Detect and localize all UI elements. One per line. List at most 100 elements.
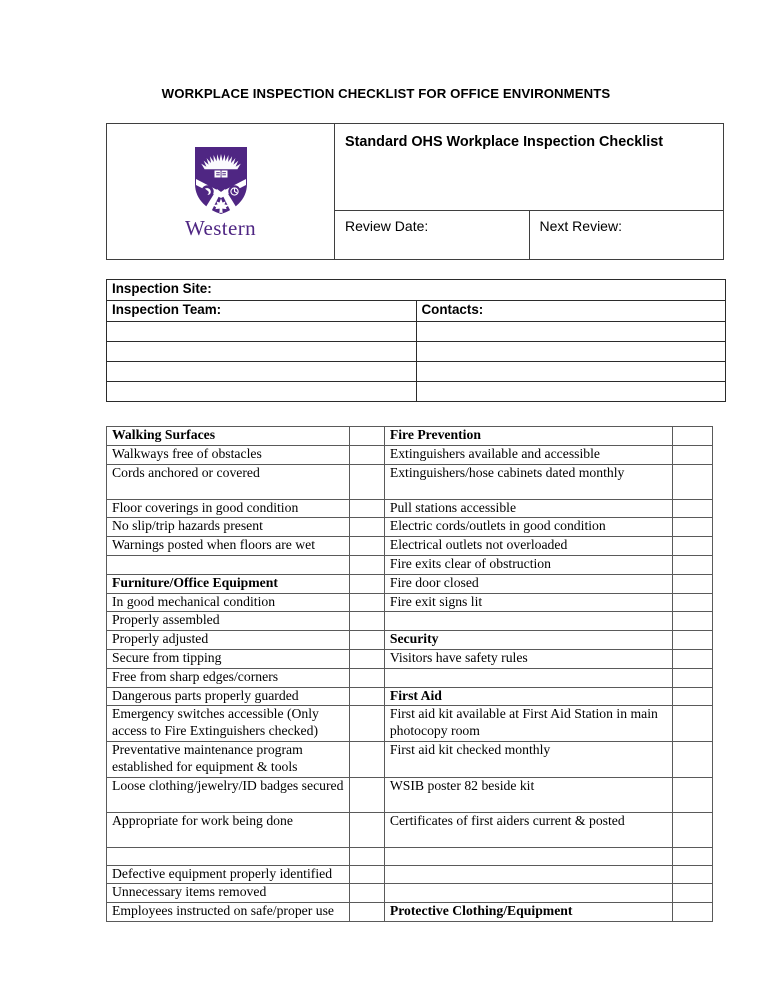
checklist-section-header: Walking Surfaces bbox=[105, 426, 351, 446]
checklist-row: Walkways free of obstacles Extinguishers … bbox=[105, 444, 713, 465]
western-wordmark: Western bbox=[184, 216, 257, 240]
checklist-checkbox-cell[interactable] bbox=[672, 611, 713, 632]
checklist-row: Preventative maintenance program establi… bbox=[105, 740, 713, 778]
checklist-section-header: Security bbox=[383, 630, 674, 650]
header-row-title: Western Standard OHS Workplace Inspectio… bbox=[106, 123, 724, 260]
checklist-checkbox-cell[interactable] bbox=[672, 648, 713, 669]
checklist-checkbox-cell[interactable] bbox=[349, 444, 385, 465]
checklist-item-label: No slip/trip hazards present bbox=[105, 517, 351, 538]
checklist-checkbox-cell[interactable] bbox=[349, 463, 385, 500]
team-name-input[interactable] bbox=[106, 381, 417, 402]
checklist-checkbox-cell[interactable] bbox=[672, 517, 713, 538]
checklist-checkbox-cell[interactable] bbox=[672, 864, 713, 885]
team-row bbox=[106, 321, 726, 342]
checklist-checkbox-cell[interactable] bbox=[349, 648, 385, 669]
checklist-checkbox-cell[interactable] bbox=[672, 554, 713, 575]
checklist-item-label: Employees instructed on safe/proper use bbox=[105, 902, 351, 922]
checklist-checkbox-cell[interactable] bbox=[672, 592, 713, 613]
checklist-checkbox-cell[interactable] bbox=[672, 740, 713, 778]
checklist-checkbox-cell[interactable] bbox=[672, 705, 713, 742]
checklist-checkbox-cell[interactable] bbox=[349, 426, 385, 446]
checklist-checkbox-cell[interactable] bbox=[349, 554, 385, 575]
team-row bbox=[106, 381, 726, 402]
checklist-checkbox-cell[interactable] bbox=[672, 667, 713, 688]
team-name-input[interactable] bbox=[106, 361, 417, 382]
inspection-info-table: Inspection Site: Inspection Team: Contac… bbox=[106, 279, 726, 402]
checklist-checkbox-cell[interactable] bbox=[672, 426, 713, 446]
checklist-row: Cords anchored or covered Extinguishers/h… bbox=[105, 463, 713, 500]
checklist-item-label: Electrical outlets not overloaded bbox=[383, 536, 674, 556]
checklist-checkbox-cell[interactable] bbox=[672, 444, 713, 465]
contact-input[interactable] bbox=[415, 321, 726, 342]
next-review-field[interactable]: Next Review: bbox=[528, 210, 724, 260]
checklist-title-cell: Standard OHS Workplace Inspection Checkl… bbox=[334, 123, 724, 211]
checklist-checkbox-cell[interactable] bbox=[672, 536, 713, 556]
checklist-checkbox-cell[interactable] bbox=[349, 592, 385, 613]
contact-input[interactable] bbox=[415, 381, 726, 402]
checklist-checkbox-cell[interactable] bbox=[672, 902, 713, 922]
western-logo: Western bbox=[107, 144, 334, 239]
checklist-item-label: Emergency switches accessible (Only acce… bbox=[105, 705, 351, 742]
inspection-site-label: Inspection Site: bbox=[112, 281, 212, 296]
checklist-checkbox-cell[interactable] bbox=[672, 686, 713, 707]
checklist-checkbox-cell[interactable] bbox=[349, 630, 385, 650]
checklist-checkbox-cell[interactable] bbox=[349, 902, 385, 922]
inspection-site-row: Inspection Site: bbox=[106, 279, 726, 301]
checklist-checkbox-cell[interactable] bbox=[349, 498, 385, 519]
checklist-item-label: Cords anchored or covered bbox=[105, 463, 351, 500]
checklist-checkbox-cell[interactable] bbox=[349, 776, 385, 813]
checklist-checkbox-cell[interactable] bbox=[349, 705, 385, 742]
checklist-row: Employees instructed on safe/proper use P… bbox=[105, 902, 713, 922]
inspection-site-field[interactable]: Inspection Site: bbox=[106, 279, 726, 301]
checklist-item-label: Properly adjusted bbox=[105, 630, 351, 650]
checklist-checkbox-cell[interactable] bbox=[349, 611, 385, 632]
checklist-checkbox-cell[interactable] bbox=[349, 536, 385, 556]
checklist-row: Properly assembled bbox=[105, 611, 713, 632]
checklist-checkbox-cell[interactable] bbox=[672, 573, 713, 594]
checklist-checkbox-cell[interactable] bbox=[349, 667, 385, 688]
checklist-item-label bbox=[105, 846, 351, 866]
checklist-row: Defective equipment properly identified bbox=[105, 864, 713, 885]
checklist-row: Furniture/Office Equipment Fire door clos… bbox=[105, 573, 713, 594]
checklist-item-label bbox=[105, 554, 351, 575]
checklist-row: Dangerous parts properly guarded First Ai… bbox=[105, 686, 713, 707]
checklist-row: Properly adjusted Security bbox=[105, 630, 713, 650]
checklist-checkbox-cell[interactable] bbox=[349, 883, 385, 904]
team-name-input[interactable] bbox=[106, 321, 417, 342]
team-name-input[interactable] bbox=[106, 341, 417, 362]
checklist-checkbox-cell[interactable] bbox=[672, 498, 713, 519]
checklist-item-label bbox=[383, 611, 674, 632]
review-date-field[interactable]: Review Date: bbox=[334, 210, 530, 260]
document-page: WORKPLACE INSPECTION CHECKLIST FOR OFFIC… bbox=[0, 0, 768, 994]
checklist-item-label: Fire exit signs lit bbox=[383, 592, 674, 613]
checklist-item-label: Pull stations accessible bbox=[383, 498, 674, 519]
checklist-checkbox-cell[interactable] bbox=[672, 776, 713, 813]
checklist-checkbox-cell[interactable] bbox=[672, 811, 713, 848]
checklist-checkbox-cell[interactable] bbox=[349, 686, 385, 707]
checklist-checkbox-cell[interactable] bbox=[672, 883, 713, 904]
checklist-row: Free from sharp edges/corners bbox=[105, 667, 713, 688]
checklist-checkbox-cell[interactable] bbox=[672, 846, 713, 866]
contact-input[interactable] bbox=[415, 361, 726, 382]
checklist-item-label: Fire door closed bbox=[383, 573, 674, 594]
checklist-item-label: First aid kit checked monthly bbox=[383, 740, 674, 778]
checklist-item-label: In good mechanical condition bbox=[105, 592, 351, 613]
checklist-checkbox-cell[interactable] bbox=[349, 811, 385, 848]
checklist-item-label: Visitors have safety rules bbox=[383, 648, 674, 669]
checklist-item-label: Fire exits clear of obstruction bbox=[383, 554, 674, 575]
checklist-row: Loose clothing/jewelry/ID badges secured… bbox=[105, 776, 713, 813]
checklist-checkbox-cell[interactable] bbox=[349, 740, 385, 778]
checklist-row: Emergency switches accessible (Only acce… bbox=[105, 705, 713, 742]
contacts-label: Contacts: bbox=[415, 300, 726, 322]
checklist-row: Warnings posted when floors are wet Elect… bbox=[105, 536, 713, 556]
checklist-item-label: Preventative maintenance program establi… bbox=[105, 740, 351, 778]
checklist-checkbox-cell[interactable] bbox=[672, 630, 713, 650]
checklist-checkbox-cell[interactable] bbox=[349, 573, 385, 594]
checklist-checkbox-cell[interactable] bbox=[349, 517, 385, 538]
checklist-checkbox-cell[interactable] bbox=[349, 846, 385, 866]
header-table: Western Standard OHS Workplace Inspectio… bbox=[106, 123, 724, 260]
contact-input[interactable] bbox=[415, 341, 726, 362]
checklist-item-label: Floor coverings in good condition bbox=[105, 498, 351, 519]
checklist-checkbox-cell[interactable] bbox=[349, 864, 385, 885]
checklist-checkbox-cell[interactable] bbox=[672, 463, 713, 500]
